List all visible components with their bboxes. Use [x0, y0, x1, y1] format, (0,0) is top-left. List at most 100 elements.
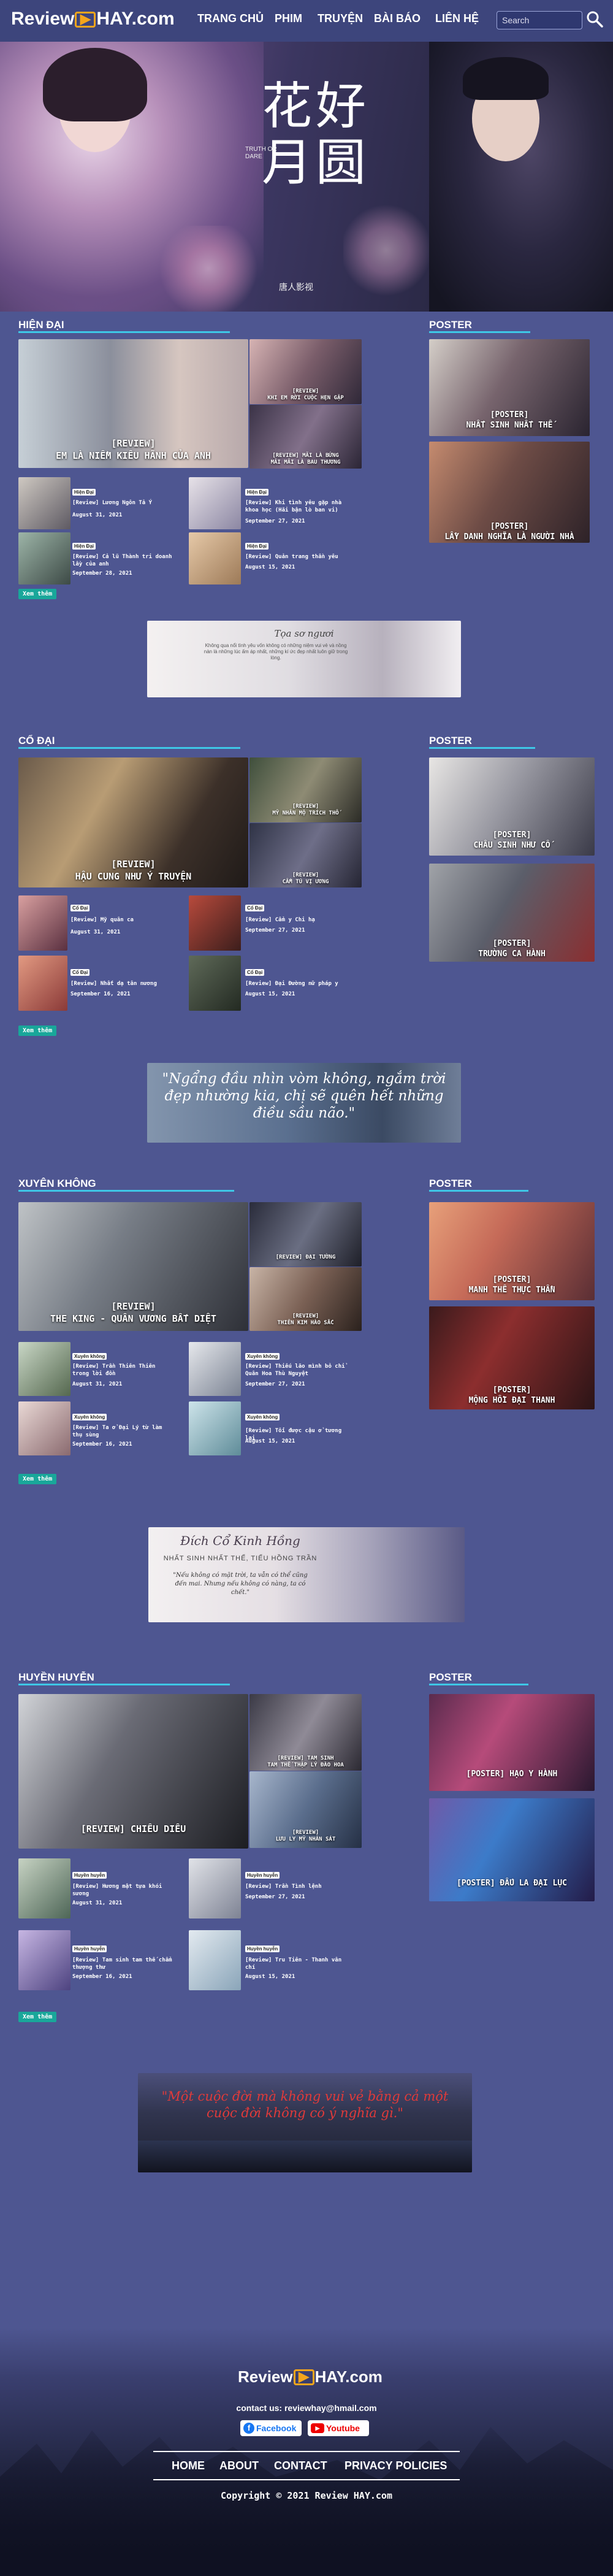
card-title[interactable]: [Review] Mỹ quân ca — [70, 916, 178, 924]
card-thumbnail[interactable] — [18, 532, 70, 585]
youtube-button[interactable]: ▶ Youtube — [308, 2420, 369, 2436]
feature-review-card[interactable]: [REVIEW] EM LÀ NIỀM KIÊU HÃNH CỦA ANH — [18, 339, 248, 468]
quote-banner[interactable]: Tọa sơ ngươi Không qua nổi tình yêu vốn … — [147, 621, 461, 697]
contact-email[interactable]: contact us: reviewhay@hmail.com — [0, 2403, 613, 2413]
category-badge[interactable]: Hiện Đại — [72, 489, 96, 496]
poster-card[interactable]: [POSTER] MANH THÊ THỰC THẦN — [429, 1202, 595, 1300]
category-badge[interactable]: Huyền huyễn — [72, 1872, 107, 1879]
facebook-button[interactable]: f Facebook — [240, 2420, 302, 2436]
category-badge[interactable]: Cổ Đại — [245, 969, 265, 976]
category-badge[interactable]: Xuyên không — [72, 1414, 107, 1420]
footer-logo[interactable]: Review ▶ HAY.com — [238, 2367, 383, 2386]
category-badge[interactable]: Huyền huyễn — [72, 1945, 107, 1952]
card-date: August 15, 2021 — [245, 1974, 295, 1980]
card-title[interactable]: [Review] Trần Thiên Thiên trong lời đồn — [72, 1363, 170, 1378]
card-title[interactable]: [Review] Hương mật tựa khói sương — [72, 1883, 173, 1898]
side-review-card[interactable]: [REVIEW] MỸ NHÂN MỘ TRÍCH THỐ — [249, 757, 362, 822]
card-title[interactable]: [Review] Cẩm y Chi hạ — [245, 916, 352, 924]
nav-home[interactable]: TRANG CHỦ — [197, 12, 264, 25]
category-badge[interactable]: Xuyên không — [245, 1353, 280, 1360]
poster-card[interactable]: [POSTER] TRƯỜNG CA HÀNH — [429, 864, 595, 962]
see-more-button[interactable]: Xem thêm — [18, 1474, 57, 1484]
feature-review-card[interactable]: [REVIEW] HẬU CUNG NHƯ Ý TRUYỆN — [18, 757, 248, 887]
category-badge[interactable]: Cổ Đại — [70, 905, 90, 911]
search-input[interactable] — [497, 11, 582, 29]
card-thumbnail[interactable] — [189, 895, 241, 951]
section-title: CỔ ĐẠI — [18, 735, 55, 746]
site-logo[interactable]: Review ▶ HAY.com — [11, 9, 175, 29]
card-thumbnail[interactable] — [189, 1930, 241, 1990]
card-title[interactable]: [Review] Nhất dạ tân nương — [70, 980, 178, 987]
side-review-card[interactable]: [REVIEW] TAM SINH TAM THẾ THẬP LÝ ĐÀO HO… — [249, 1694, 362, 1771]
card-thumbnail[interactable] — [18, 1342, 70, 1396]
category-badge[interactable]: Xuyên không — [72, 1353, 107, 1360]
poster-card[interactable]: [POSTER] ĐẤU LA ĐẠI LỤC — [429, 1798, 595, 1901]
card-thumbnail[interactable] — [189, 1858, 241, 1919]
side-review-card[interactable]: [REVIEW] ĐẠI TƯỜNG — [249, 1202, 362, 1267]
poster-card[interactable]: [POSTER] LẦY DANH NGHĨA LÀ NGƯỜI NHÀ — [429, 442, 590, 543]
side-title: [REVIEW] MÃI LÀ BỨNG MÃI MÃI LÀ BAU THƯƠ… — [270, 453, 341, 466]
card-thumbnail[interactable] — [189, 956, 241, 1011]
quote-banner[interactable]: Đích Cổ Kinh Hồng NHẤT SINH NHẤT THẾ, TI… — [148, 1527, 465, 1622]
card-thumbnail[interactable] — [18, 477, 70, 529]
nav-truyen[interactable]: TRUYỆN — [318, 12, 363, 25]
card-title[interactable]: [Review] Quản trang thần yêu — [245, 553, 352, 561]
side-review-card[interactable]: [REVIEW] LƯU LY MỸ NHÂN SÁT — [249, 1771, 362, 1848]
card-title[interactable]: [Review] Tru Tiên - Thanh vân chí — [245, 1957, 346, 1971]
poster-card[interactable]: [POSTER] HẠO Y HÀNH — [429, 1694, 595, 1791]
card-title[interactable]: [Review] Trần Tình lệnh — [245, 1883, 352, 1890]
nav-lien-he[interactable]: LIÊN HỆ — [435, 12, 479, 25]
card-thumbnail[interactable] — [189, 1342, 241, 1396]
card-title[interactable]: [Review] Ta ở Đại Lý từ làm thụ sùng — [72, 1424, 173, 1439]
card-thumbnail[interactable] — [189, 532, 241, 585]
quote-banner[interactable]: "Ngẩng đầu nhìn vòm không, ngắm trời đẹp… — [147, 1063, 461, 1143]
footer-nav-home[interactable]: HOME — [172, 2459, 205, 2472]
youtube-label: Youtube — [326, 2423, 360, 2433]
feature-review-card[interactable]: [REVIEW] CHIÊU DIÊU — [18, 1694, 248, 1849]
poster-card[interactable]: [POSTER] CHÂU SINH NHƯ CỐ — [429, 757, 595, 856]
card-title[interactable]: [Review] Đại Đường nữ pháp y — [245, 980, 352, 987]
hero-banner[interactable]: 花好月圆 TRUTH OR DARE 唐人影视 — [0, 42, 613, 312]
card-thumbnail[interactable] — [18, 1401, 70, 1455]
card-title[interactable]: [Review] Thiếu lão mình bỏ chỉ Quân Hoa … — [245, 1363, 352, 1378]
side-review-card[interactable]: [REVIEW] THIÊN KIM HÀO SẮC — [249, 1267, 362, 1331]
quote-banner[interactable]: "Một cuộc đời mà không vui vẻ bằng cả mộ… — [138, 2073, 472, 2172]
category-badge[interactable]: Huyền huyễn — [245, 1945, 280, 1952]
nav-bai-bao[interactable]: BÀI BÁO — [374, 12, 421, 25]
card-title[interactable]: [Review] Khi tình yêu gặp nhà khoa học (… — [245, 499, 352, 514]
category-badge[interactable]: Hiện Đại — [72, 543, 96, 550]
poster-caption: [POSTER] MANH THÊ THỰC THẦN — [468, 1275, 555, 1295]
category-badge[interactable]: Cổ Đại — [70, 969, 90, 976]
category-badge[interactable]: Hiện Đại — [245, 489, 269, 496]
card-thumbnail[interactable] — [18, 956, 67, 1011]
card-title[interactable]: [Review] Lương Ngôn Tả Ý — [72, 499, 164, 507]
card-title[interactable]: [Review] Tam sinh tam thế chẩm thượng th… — [72, 1957, 173, 1971]
category-badge[interactable]: Cổ Đại — [245, 905, 265, 911]
card-thumbnail[interactable] — [18, 1858, 70, 1919]
footer-nav-contact[interactable]: CONTACT — [274, 2459, 327, 2472]
card-thumbnail[interactable] — [18, 895, 67, 951]
section-underline — [18, 1190, 234, 1192]
poster-caption: [POSTER] LẦY DANH NGHĨA LÀ NGƯỜI NHÀ — [444, 522, 574, 542]
see-more-button[interactable]: Xem thêm — [18, 1025, 57, 1036]
card-date: August 31, 2021 — [72, 1381, 123, 1387]
card-thumbnail[interactable] — [18, 1930, 70, 1990]
footer-nav-about[interactable]: ABOUT — [219, 2459, 259, 2472]
side-review-card[interactable]: [REVIEW] KHI EM RỜI CUỘC HẸN GẶP — [249, 339, 362, 404]
poster-card[interactable]: [POSTER] MỘNG HỒI ĐẠI THANH — [429, 1306, 595, 1409]
poster-card[interactable]: [POSTER] NHẤT SINH NHẤT THẾ — [429, 339, 590, 436]
side-review-card[interactable]: [REVIEW] CẨM TÚ VỊ ƯƠNG — [249, 823, 362, 887]
footer-nav-privacy[interactable]: PRIVACY POLICIES — [345, 2459, 447, 2472]
card-thumbnail[interactable] — [189, 1401, 241, 1455]
search-icon[interactable] — [585, 10, 604, 28]
category-badge[interactable]: Xuyên không — [245, 1414, 280, 1420]
see-more-button[interactable]: Xem thêm — [18, 589, 57, 599]
feature-review-card[interactable]: [REVIEW] THE KING - QUÂN VƯƠNG BẤT DIỆT — [18, 1202, 248, 1331]
nav-phim[interactable]: PHIM — [275, 12, 302, 25]
card-title[interactable]: [Review] Cả lũ Thành tri doanh lầy của a… — [72, 553, 177, 568]
category-badge[interactable]: Hiện Đại — [245, 543, 269, 550]
category-badge[interactable]: Huyền huyễn — [245, 1872, 280, 1879]
side-review-card[interactable]: [REVIEW] MÃI LÀ BỨNG MÃI MÃI LÀ BAU THƯƠ… — [249, 405, 362, 469]
see-more-button[interactable]: Xem thêm — [18, 2012, 57, 2022]
card-thumbnail[interactable] — [189, 477, 241, 529]
